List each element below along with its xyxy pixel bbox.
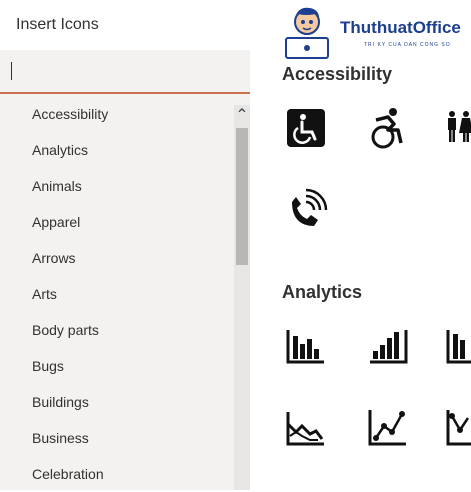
category-item-bugs[interactable]: Bugs [0,348,234,384]
text-caret [11,62,12,80]
bar-chart-partial-icon[interactable] [444,324,471,368]
watermark-logo: ThuthuatOffice TRI KY CUA DAN CONG SO [276,4,471,60]
brand-name: ThuthuatOffice [340,18,461,37]
line-chart-down-icon[interactable] [284,406,328,450]
wheelchair-sign-icon[interactable] [284,106,328,150]
brand-tagline: TRI KY CUA DAN CONG SO [364,42,451,48]
section-title-analytics: Analytics [282,282,363,302]
line-chart-up-icon[interactable] [366,406,410,450]
category-scrollbar[interactable]: ⌃ [234,105,250,490]
tty-phone-icon[interactable] [284,188,328,232]
category-item-animals[interactable]: Animals [0,168,234,204]
bar-chart-ascending-icon[interactable] [366,324,410,368]
category-item-business[interactable]: Business [0,420,234,456]
dialog-title: Insert Icons [16,16,99,33]
restroom-icon[interactable] [444,106,471,150]
bar-chart-icon[interactable] [284,324,328,368]
chevron-up-icon[interactable]: ⌃ [234,107,250,125]
icon-gallery: Accessibility Analytics [250,50,471,490]
active-wheelchair-icon[interactable] [366,106,410,150]
mascot-icon [285,7,329,59]
category-item-analytics[interactable]: Analytics [0,132,234,168]
category-item-arrows[interactable]: Arrows [0,240,234,276]
line-chart-partial-icon[interactable] [444,406,471,450]
category-item-celebration[interactable]: Celebration [0,456,234,492]
category-item-apparel[interactable]: Apparel [0,204,234,240]
scroll-thumb[interactable] [236,128,248,265]
section-title-accessibility: Accessibility [282,64,393,84]
category-item-buildings[interactable]: Buildings [0,384,234,420]
category-item-body-parts[interactable]: Body parts [0,312,234,348]
category-list: Accessibility Analytics Animals Apparel … [0,96,234,492]
category-item-accessibility[interactable]: Accessibility [0,96,234,132]
search-input[interactable] [0,50,250,94]
category-item-arts[interactable]: Arts [0,276,234,312]
category-pane: Accessibility Analytics Animals Apparel … [0,50,250,490]
